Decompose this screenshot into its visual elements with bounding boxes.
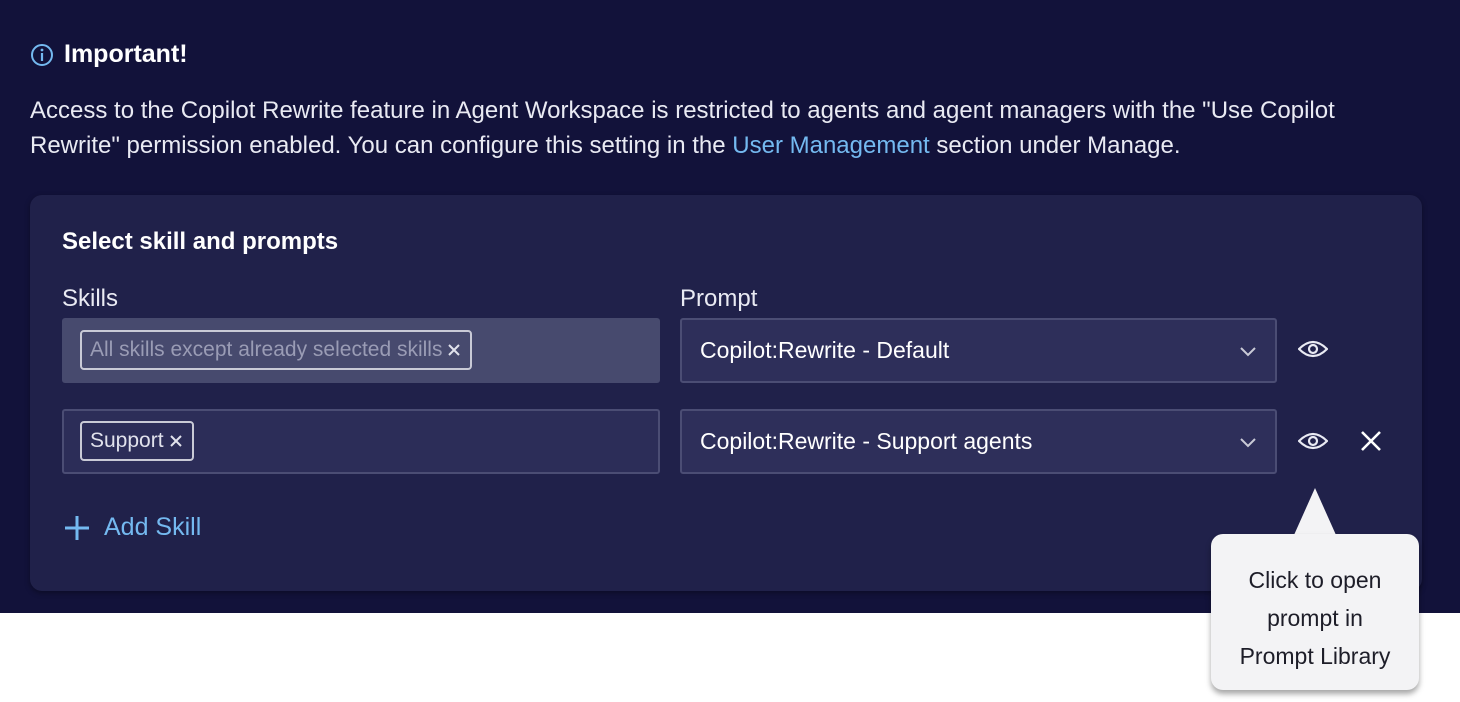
skill-chip[interactable]: Support [80,421,194,461]
tooltip-line: Click to open [1248,567,1382,593]
chevron-down-icon [1240,347,1256,357]
user-management-link[interactable]: User Management [732,132,929,159]
tooltip-arrow [1294,488,1336,535]
chevron-down-icon [1240,438,1256,448]
prompt-label: Prompt [680,285,758,312]
tooltip: Click to open prompt in Prompt Library [1211,534,1419,690]
skill-chip-label: Support [90,429,164,452]
add-skill-label: Add Skill [104,513,202,541]
close-icon[interactable] [1359,429,1383,453]
prompt-select-default[interactable]: Copilot:Rewrite - Default [680,318,1277,383]
eye-icon[interactable] [1298,431,1328,451]
settings-panel: Important! Access to the Copilot Rewrite… [0,0,1460,613]
notice-text-after: section under Manage. [929,132,1181,159]
notice-title: Important! [64,40,188,68]
notice-heading: Important! [30,40,188,69]
tooltip-line: Prompt Library [1239,643,1391,669]
prompt-select-value: Copilot:Rewrite - Default [700,337,950,363]
prompt-select-value: Copilot:Rewrite - Support agents [700,428,1033,454]
skills-label: Skills [62,285,119,312]
skill-prompt-card: Select skill and prompts Skills Prompt A… [30,195,1422,591]
prompt-select-support[interactable]: Copilot:Rewrite - Support agents [680,409,1277,474]
remove-chip-icon[interactable] [446,342,462,358]
skill-chip-label: All skills except already selected skill… [90,338,443,361]
skills-field-default: All skills except already selected skill… [62,318,660,383]
tooltip-line: prompt in [1267,605,1363,631]
plus-icon [65,515,89,540]
info-icon [31,43,53,66]
notice-text: Access to the Copilot Rewrite feature in… [30,93,1430,163]
add-skill-button[interactable]: Add Skill [64,513,201,542]
skill-chip[interactable]: All skills except already selected skill… [80,330,473,370]
remove-chip-icon[interactable] [168,433,184,449]
card-title: Select skill and prompts [62,228,339,255]
eye-icon[interactable] [1298,339,1328,359]
skills-field-support[interactable]: Support [62,409,660,474]
